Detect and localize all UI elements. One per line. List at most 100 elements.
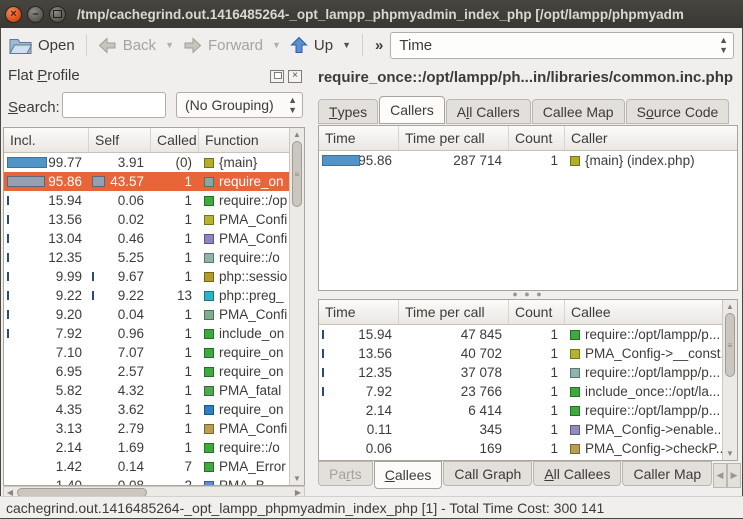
cost-bar [322, 330, 324, 339]
cell-count: 1 [509, 420, 565, 439]
toolbar-overflow-chevron[interactable]: » [375, 37, 383, 54]
table-row[interactable]: 9.229.2213php::preg_ [4, 286, 289, 305]
back-dropdown-caret-icon[interactable]: ▼ [165, 40, 174, 50]
scroll-down-arrow-icon[interactable]: ▼ [723, 449, 737, 458]
column-header-time-per-call[interactable]: Time per call [399, 126, 509, 150]
column-header-time-per-call[interactable]: Time per call [399, 300, 509, 324]
column-header-incl[interactable]: Incl. [4, 128, 89, 152]
cost-bar [7, 176, 45, 187]
cell-self: 0.08 [89, 476, 151, 485]
table-row[interactable]: 3.132.791PMA_Confi [4, 419, 289, 438]
window-maximize-button[interactable] [49, 6, 66, 23]
function-name: require_on [219, 364, 284, 379]
forward-button[interactable]: Forward [180, 35, 266, 56]
window-close-button[interactable]: × [5, 6, 22, 23]
function-name: PMA_Config->enable... [585, 422, 722, 437]
up-dropdown-caret-icon[interactable]: ▼ [342, 40, 351, 50]
column-header-self[interactable]: Self [89, 128, 151, 152]
cell-called: 2 [151, 476, 199, 485]
flat-profile-vertical-scrollbar[interactable]: ▲ ≡ ▼ [289, 128, 304, 485]
search-input[interactable] [62, 92, 166, 118]
back-button[interactable]: Back [95, 35, 159, 56]
table-row[interactable]: 2.146 4141require::/opt/lampp/p... [319, 401, 722, 420]
tab-callee-map[interactable]: Callee Map [532, 99, 625, 124]
column-header-function[interactable]: Function [199, 128, 289, 152]
function-color-icon [570, 349, 580, 359]
column-header-time[interactable]: Time [319, 300, 399, 324]
table-row[interactable]: 15.9447 8451require::/opt/lampp/p... [319, 325, 722, 344]
dock-float-button[interactable] [270, 70, 284, 83]
column-header-time[interactable]: Time [319, 126, 399, 150]
cell-called: 1 [151, 324, 199, 343]
table-row[interactable]: 1.420.147PMA_Error [4, 457, 289, 476]
grouping-select[interactable]: (No Grouping) ▲▼ [176, 92, 303, 118]
table-row[interactable]: 12.3537 0781require::/opt/lampp/p... [319, 363, 722, 382]
tab-all-callees[interactable]: All Callees [533, 461, 621, 486]
column-header-count[interactable]: Count [509, 126, 565, 150]
tab-scroll-right-arrow-icon[interactable]: ▶ [727, 463, 741, 488]
table-row[interactable]: 13.5640 7021PMA_Config->__const... [319, 344, 722, 363]
callee-detail-tabs: PartsCalleesCall GraphAll CalleesCaller … [318, 461, 713, 489]
window-minimize-button[interactable]: – [27, 6, 44, 23]
tab-parts[interactable]: Parts [318, 461, 373, 486]
event-type-select[interactable]: Time ▲▼ [390, 32, 734, 59]
cost-bar [92, 176, 105, 187]
function-cell: PMA_Confi [199, 305, 289, 324]
splitter-handle[interactable]: ● ● ● [318, 289, 738, 299]
cell-value: 3.13 [56, 421, 82, 436]
table-row[interactable]: 9.999.671php::sessio [4, 267, 289, 286]
spinner-arrows-icon[interactable]: ▲▼ [719, 35, 728, 55]
table-row[interactable]: 6.952.571require_on [4, 362, 289, 381]
table-row[interactable]: 9.200.041PMA_Confi [4, 305, 289, 324]
table-row[interactable]: 0.061691PMA_Config->checkP... [319, 439, 722, 458]
table-row[interactable]: 0.113451PMA_Config->enable... [319, 420, 722, 439]
scroll-up-arrow-icon[interactable]: ▲ [723, 302, 737, 311]
tab-types[interactable]: Types [318, 99, 378, 124]
tab-callers[interactable]: Callers [379, 96, 445, 124]
forward-dropdown-caret-icon[interactable]: ▼ [272, 40, 281, 50]
up-button[interactable]: Up [287, 34, 336, 56]
table-row[interactable]: 13.560.021PMA_Confi [4, 210, 289, 229]
cell-value: 1 [184, 212, 192, 227]
tab-scroll-left-arrow-icon[interactable]: ◀ [713, 463, 727, 488]
tab-callees[interactable]: Callees [374, 461, 443, 489]
spinner-arrows-icon[interactable]: ▲▼ [288, 95, 297, 115]
table-row[interactable]: 12.355.251require::/o [4, 248, 289, 267]
table-row[interactable]: 15.940.061require::/op [4, 191, 289, 210]
table-row[interactable]: 99.773.91(0){main} [4, 153, 289, 172]
tab-all-callers[interactable]: All Callers [446, 99, 531, 124]
table-row[interactable]: 1.400.082PMA_B [4, 476, 289, 485]
cell-called: 1 [151, 229, 199, 248]
cell-value: 169 [479, 441, 502, 456]
function-color-icon [204, 215, 214, 225]
scroll-down-arrow-icon[interactable]: ▼ [290, 474, 304, 483]
table-row[interactable]: 95.86287 7141{main} (index.php) [319, 151, 737, 170]
table-row[interactable]: 7.9223 7661include_once::/opt/la... [319, 382, 722, 401]
tab-call-graph[interactable]: Call Graph [443, 461, 532, 486]
table-row[interactable]: 95.8643.571require_on [4, 172, 289, 191]
function-color-icon [204, 310, 214, 320]
table-row[interactable]: 2.141.691require::/o [4, 438, 289, 457]
table-row[interactable]: 4.353.621require_on [4, 400, 289, 419]
column-header-called[interactable]: Called [151, 128, 199, 152]
cell-called: 1 [151, 172, 199, 191]
column-header-count[interactable]: Count [509, 300, 565, 324]
callees-vertical-scrollbar[interactable]: ▲ ≡ ▼ [722, 300, 737, 460]
open-button[interactable]: Open [6, 34, 78, 57]
scroll-up-arrow-icon[interactable]: ▲ [290, 130, 304, 139]
table-row[interactable]: 5.824.321PMA_fatal [4, 381, 289, 400]
table-row[interactable]: 7.920.961include_on [4, 324, 289, 343]
scrollbar-thumb[interactable]: ≡ [292, 141, 302, 207]
function-cell: require_on [199, 172, 289, 191]
column-header-callee[interactable]: Callee [565, 300, 722, 324]
tab-source-code[interactable]: Source Code [626, 99, 730, 124]
tab-caller-map[interactable]: Caller Map [622, 461, 712, 486]
cell-value: 1 [550, 365, 558, 380]
cell-called: 1 [151, 381, 199, 400]
column-header-caller[interactable]: Caller [565, 126, 737, 150]
scrollbar-thumb[interactable]: ≡ [725, 313, 735, 377]
cell-count: 1 [509, 382, 565, 401]
dock-close-button[interactable]: × [288, 70, 302, 83]
table-row[interactable]: 7.107.071require_on [4, 343, 289, 362]
table-row[interactable]: 13.040.461PMA_Confi [4, 229, 289, 248]
